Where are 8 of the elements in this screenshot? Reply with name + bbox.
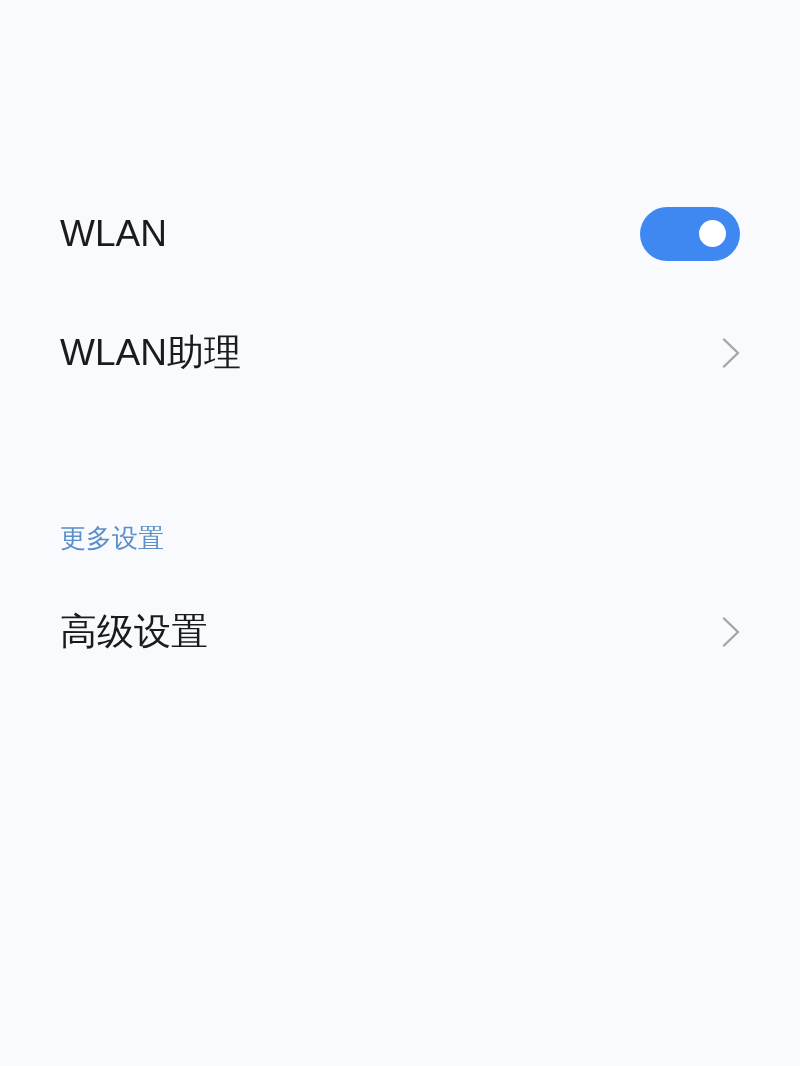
- settings-row[interactable]: 高级设置: [60, 572, 740, 691]
- toggle-switch[interactable]: [640, 206, 740, 261]
- toggle-knob: [699, 220, 726, 247]
- section-header: 更多设置: [60, 522, 165, 554]
- chevron-right-icon: [722, 337, 740, 368]
- chevron-right-icon: [722, 616, 740, 647]
- setting-label: WLAN: [60, 215, 167, 252]
- settings-row[interactable]: WLAN助理: [60, 293, 740, 412]
